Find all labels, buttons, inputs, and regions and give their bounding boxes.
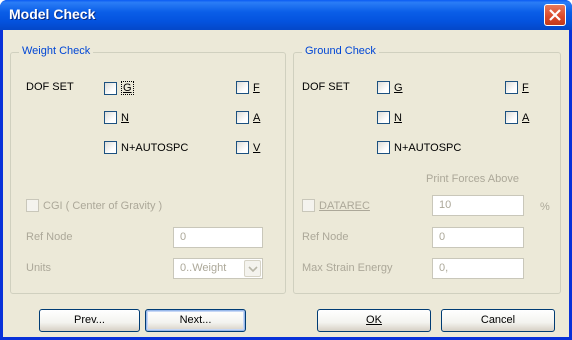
weight-checkbox-n-autospc-label: N+AUTOSPC [121,141,189,154]
weight-checkbox-g[interactable]: G [104,81,134,95]
close-icon [549,9,561,21]
ground-dof-set-label: DOF SET [302,81,350,93]
weight-checkbox-n-autospc[interactable]: N+AUTOSPC [104,141,188,154]
weight-ref-node-field[interactable]: 0 [173,227,263,248]
checkbox-box [505,81,518,94]
units-label: Units [26,262,52,274]
checkbox-box [236,141,249,154]
weight-checkbox-f[interactable]: F [236,81,260,94]
weight-check-title: Weight Check [19,45,94,57]
checkbox-box [104,141,117,154]
checkbox-box [302,199,315,212]
cancel-button[interactable]: Cancel [441,309,555,332]
ground-checkbox-n[interactable]: N [377,111,402,124]
weight-checkbox-g-label: G [123,82,132,94]
max-strain-energy-field[interactable]: 0, [432,258,524,279]
ground-check-group: Ground Check DOF SET G F N A N+AUTOSPC P… [293,45,561,294]
ground-checkbox-n-label: N [394,111,402,124]
chevron-down-icon [248,266,258,273]
ground-checkbox-g[interactable]: G [377,81,403,94]
ground-checkbox-a-label: A [522,111,530,124]
ground-checkbox-g-label: G [394,81,403,94]
ground-checkbox-a[interactable]: A [505,111,529,124]
weight-checkbox-n[interactable]: N [104,111,129,124]
title-bar[interactable]: Model Check [0,0,572,30]
cgi-checkbox[interactable]: CGI ( Center of Gravity ) [26,199,162,212]
weight-checkbox-v-label: V [253,141,261,154]
print-forces-above-label: Print Forces Above [426,173,519,185]
ground-check-title: Ground Check [302,45,379,57]
checkbox-box [104,81,117,95]
prev-button[interactable]: Prev... [39,309,140,332]
ground-ref-node-label: Ref Node [302,231,349,243]
ground-checkbox-f-label: F [522,81,529,94]
cgi-checkbox-label: CGI ( Center of Gravity ) [43,199,163,212]
dialog-body: Weight Check DOF SET G F N A N+AUTOSPC V… [3,30,569,337]
ground-checkbox-n-autospc-label: N+AUTOSPC [394,141,462,154]
datarec-checkbox-label: DATAREC [319,199,370,212]
ground-ref-node-field[interactable]: 0 [432,227,524,248]
checkbox-box [104,111,117,124]
weight-dof-set-label: DOF SET [26,81,74,93]
checkbox-box [377,81,390,94]
units-dropdown[interactable]: 0..Weight [173,258,263,279]
weight-check-group: Weight Check DOF SET G F N A N+AUTOSPC V… [10,45,286,294]
window-title: Model Check [9,6,96,22]
datarec-field[interactable]: 10 [432,195,524,216]
ground-checkbox-f[interactable]: F [505,81,529,94]
checkbox-box [377,141,390,154]
units-dropdown-value: 0..Weight [180,262,227,274]
checkbox-box [26,199,39,212]
weight-checkbox-v[interactable]: V [236,141,260,154]
checkbox-box [236,81,249,94]
percent-label: % [540,201,550,213]
ok-button[interactable]: OK [317,309,431,332]
units-dropdown-button[interactable] [244,260,261,277]
checkbox-box [505,111,518,124]
ok-button-label: OK [366,314,382,326]
weight-checkbox-a-label: A [253,111,261,124]
datarec-checkbox[interactable]: DATAREC [302,199,370,212]
model-check-dialog: Model Check Weight Check DOF SET G F N A… [0,0,572,340]
next-button[interactable]: Next... [145,309,246,332]
checkbox-box [377,111,390,124]
max-strain-energy-label: Max Strain Energy [302,262,393,274]
weight-checkbox-n-label: N [121,111,129,124]
weight-checkbox-f-label: F [253,81,260,94]
ground-checkbox-n-autospc[interactable]: N+AUTOSPC [377,141,461,154]
weight-checkbox-a[interactable]: A [236,111,260,124]
checkbox-box [236,111,249,124]
close-button[interactable] [544,4,566,26]
weight-ref-node-label: Ref Node [26,231,73,243]
